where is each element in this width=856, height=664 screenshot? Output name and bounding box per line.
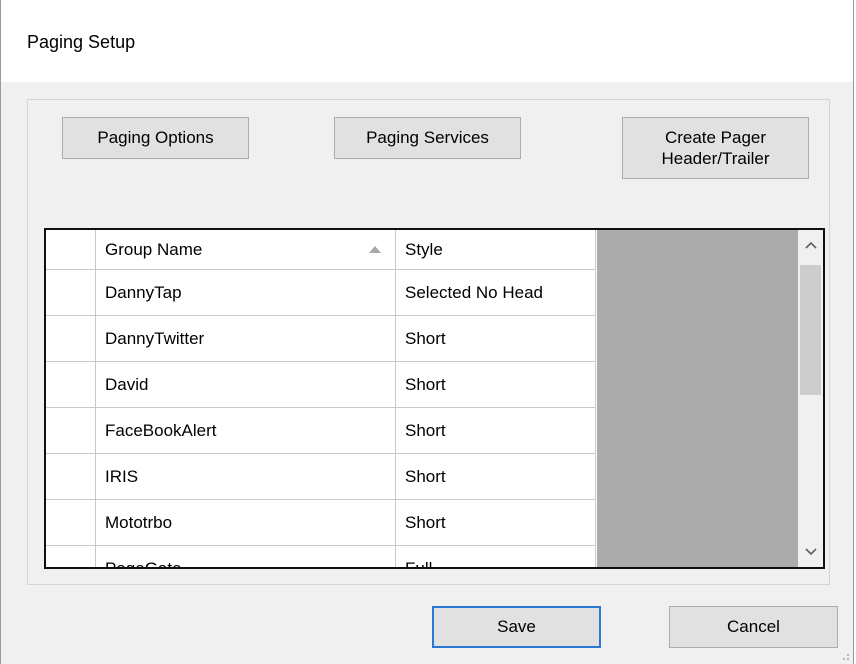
style-cell[interactable]: Short xyxy=(396,316,596,362)
save-button[interactable]: Save xyxy=(432,606,601,648)
vertical-scrollbar[interactable] xyxy=(798,230,823,567)
group-name-cell[interactable]: Mototrbo xyxy=(96,500,396,546)
chevron-up-icon[interactable] xyxy=(798,230,823,260)
style-cell[interactable]: Full xyxy=(396,546,596,567)
table-row[interactable]: DannyTap Selected No Head xyxy=(46,270,597,316)
paging-options-button[interactable]: Paging Options xyxy=(62,117,249,159)
style-cell[interactable]: Short xyxy=(396,454,596,500)
style-cell[interactable]: Short xyxy=(396,408,596,454)
table-row[interactable]: FaceBookAlert Short xyxy=(46,408,597,454)
group-name-cell[interactable]: IRIS xyxy=(96,454,396,500)
style-cell[interactable]: Selected No Head xyxy=(396,270,596,316)
row-header[interactable] xyxy=(46,362,96,408)
chevron-down-icon[interactable] xyxy=(798,537,823,567)
column-header-group-name[interactable]: Group Name xyxy=(96,230,396,270)
grid-header-row: Group Name Style xyxy=(46,230,597,270)
row-header[interactable] xyxy=(46,316,96,362)
row-header[interactable] xyxy=(46,500,96,546)
cancel-button[interactable]: Cancel xyxy=(669,606,838,648)
title-bar: Paging Setup xyxy=(1,0,853,82)
group-name-cell[interactable]: DannyTap xyxy=(96,270,396,316)
paging-groups-grid[interactable]: Group Name Style DannyTap Selected No He… xyxy=(44,228,825,569)
paging-setup-window: Paging Setup Paging Options Paging Servi… xyxy=(0,0,854,664)
table-row[interactable]: David Short xyxy=(46,362,597,408)
table-row[interactable]: IRIS Short xyxy=(46,454,597,500)
column-header-style[interactable]: Style xyxy=(396,230,596,270)
style-cell[interactable]: Short xyxy=(396,362,596,408)
row-header[interactable] xyxy=(46,270,96,316)
style-cell[interactable]: Short xyxy=(396,500,596,546)
group-name-cell[interactable]: David xyxy=(96,362,396,408)
sort-ascending-icon xyxy=(369,246,381,253)
column-header-group-name-label: Group Name xyxy=(105,239,203,259)
table-row[interactable]: DannyTwitter Short xyxy=(46,316,597,362)
table-row[interactable]: Mototrbo Short xyxy=(46,500,597,546)
group-name-cell[interactable]: PageGate xyxy=(96,546,396,567)
row-header[interactable] xyxy=(46,408,96,454)
table-row[interactable]: PageGate Full xyxy=(46,546,597,567)
scrollbar-thumb[interactable] xyxy=(800,265,821,395)
row-header-corner[interactable] xyxy=(46,230,96,270)
column-header-style-label: Style xyxy=(405,239,443,259)
row-header[interactable] xyxy=(46,546,96,567)
window-title: Paging Setup xyxy=(27,32,136,52)
row-header[interactable] xyxy=(46,454,96,500)
group-name-cell[interactable]: DannyTwitter xyxy=(96,316,396,362)
paging-services-button[interactable]: Paging Services xyxy=(334,117,521,159)
create-header-trailer-button[interactable]: Create Pager Header/Trailer xyxy=(622,117,809,179)
group-name-cell[interactable]: FaceBookAlert xyxy=(96,408,396,454)
grid-body: Group Name Style DannyTap Selected No He… xyxy=(46,230,597,567)
resize-grip-icon[interactable] xyxy=(840,651,850,661)
